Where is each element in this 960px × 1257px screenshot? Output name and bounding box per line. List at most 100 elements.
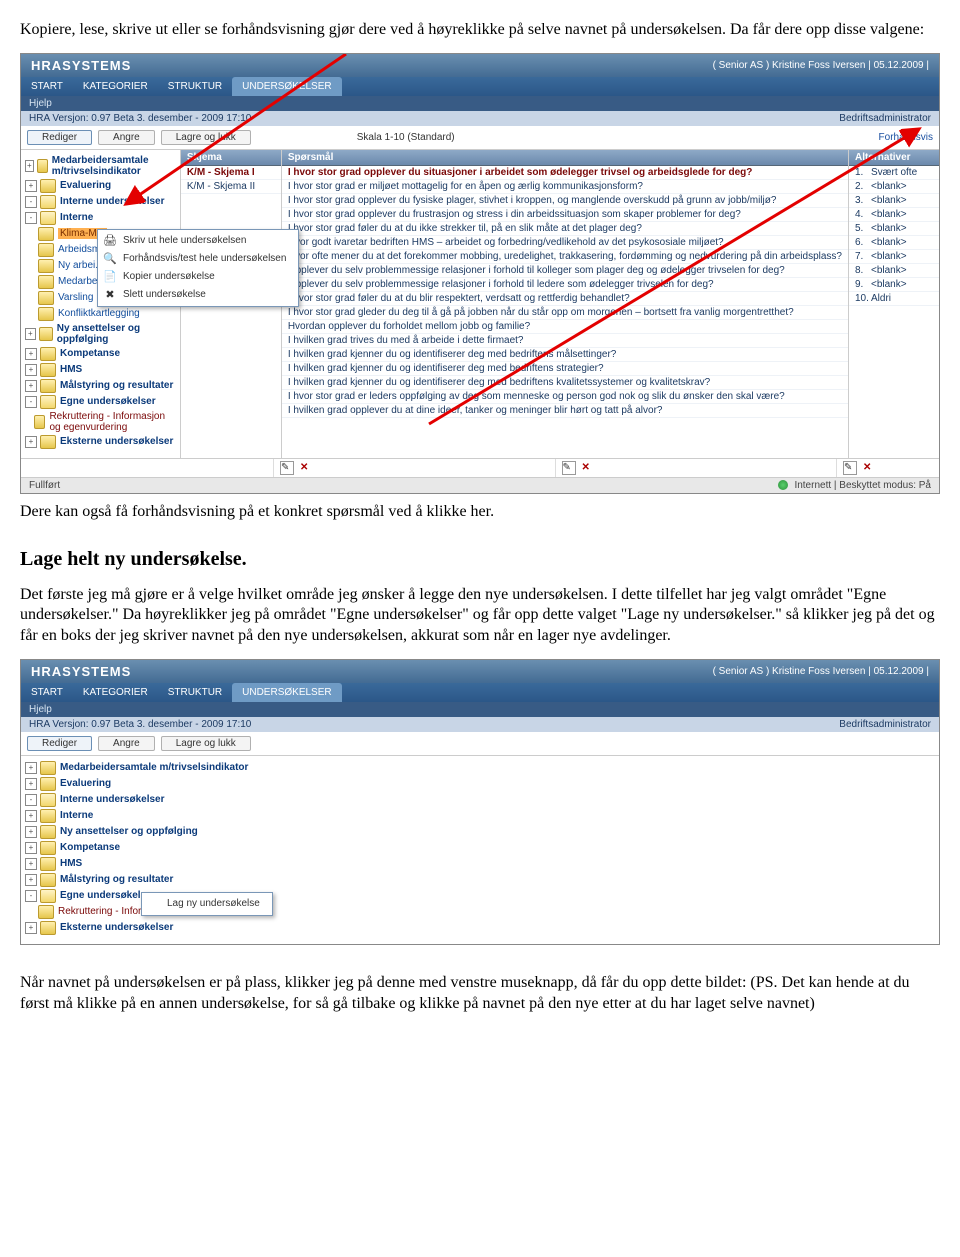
tree-node[interactable]: + Kompetanse	[21, 346, 180, 362]
alternativ-row[interactable]: 2.<blank>	[849, 180, 939, 194]
alternativ-row[interactable]: 1.Svært ofte	[849, 166, 939, 180]
tree-node[interactable]: +Ny ansettelser og oppfølging	[21, 824, 939, 840]
nav-undersokelser[interactable]: UNDERSØKELSER	[232, 683, 341, 702]
collapse-icon[interactable]: -	[25, 396, 37, 408]
sporsmal-row[interactable]: I hvor stor grad opplever du fysiske pla…	[282, 194, 848, 208]
nav-kategorier[interactable]: KATEGORIER	[73, 683, 158, 702]
btn-rediger[interactable]: Rediger	[27, 736, 92, 751]
tree-label[interactable]: Evaluering	[60, 778, 111, 789]
tree-label[interactable]: Egne undersøkelser	[60, 396, 156, 407]
tree-label[interactable]: Ny ansettelser og oppfølging	[57, 323, 176, 345]
sporsmal-row[interactable]: I hvilken grad trives du med å arbeide i…	[282, 334, 848, 348]
expand-icon[interactable]: +	[25, 842, 37, 854]
btn-angre[interactable]: Angre	[98, 130, 155, 145]
tree-label[interactable]: Målstyring og resultater	[60, 380, 173, 391]
sporsmal-row[interactable]: I hvilken grad kjenner du og identifiser…	[282, 348, 848, 362]
nav-start[interactable]: START	[21, 683, 73, 702]
tree-node[interactable]: + HMS	[21, 362, 180, 378]
tree-label[interactable]: Konfliktkartlegging	[58, 308, 140, 319]
tree-label[interactable]: Kompetanse	[60, 842, 120, 853]
expand-icon[interactable]: +	[25, 762, 37, 774]
tree-node[interactable]: + Ny ansettelser og oppfølging	[21, 322, 180, 346]
alternativ-row[interactable]: 9.<blank>	[849, 278, 939, 292]
expand-icon[interactable]: +	[25, 874, 37, 886]
tree-label[interactable]: Interne undersøkelser	[60, 196, 164, 207]
expand-icon[interactable]: +	[25, 348, 37, 360]
tree-node[interactable]: +HMS	[21, 856, 939, 872]
edit-icon[interactable]: ✎	[280, 461, 294, 475]
expand-icon[interactable]: +	[25, 436, 37, 448]
sporsmal-row[interactable]: I hvor stor grad opplever du situasjoner…	[282, 166, 848, 180]
tree-label[interactable]: Varsling	[58, 292, 93, 303]
expand-icon[interactable]: +	[25, 826, 37, 838]
btn-lagre[interactable]: Lagre og lukk	[161, 736, 251, 751]
sporsmal-row[interactable]: I hvor stor grad føler du at du blir res…	[282, 292, 848, 306]
btn-lagre[interactable]: Lagre og lukk	[161, 130, 251, 145]
sporsmal-row[interactable]: I hvilken grad kjenner du og identifiser…	[282, 376, 848, 390]
tree-label[interactable]: HMS	[60, 364, 82, 375]
tree-label[interactable]: Interne	[60, 810, 93, 821]
nav-start[interactable]: START	[21, 77, 73, 96]
tree-node[interactable]: -Interne	[21, 210, 180, 226]
sporsmal-row[interactable]: I hvor stor grad opplever du frustrasjon…	[282, 208, 848, 222]
preview-link[interactable]: Forhåndsvis	[879, 132, 933, 143]
help-bar[interactable]: Hjelp	[21, 96, 939, 111]
tree-label[interactable]: Medarbeidersamtale m/trivselsindikator	[52, 155, 176, 177]
collapse-icon[interactable]: -	[25, 196, 37, 208]
delete-icon[interactable]: ✕	[582, 462, 590, 473]
expand-icon[interactable]: +	[25, 380, 37, 392]
nav-kategorier[interactable]: KATEGORIER	[73, 77, 158, 96]
scale-selector[interactable]: Skala 1-10 (Standard)	[357, 132, 455, 143]
expand-icon[interactable]: +	[25, 858, 37, 870]
skjema-row[interactable]: K/M - Skjema I	[181, 166, 281, 180]
nav-undersokelser[interactable]: UNDERSØKELSER	[232, 77, 341, 96]
alternativ-row[interactable]: 8.<blank>	[849, 264, 939, 278]
context-menu-item[interactable]: Lag ny undersøkelse	[142, 895, 272, 913]
tree-node[interactable]: + Kompetanse	[21, 840, 939, 856]
tree-node[interactable]: +Eksterne undersøkelser	[21, 920, 939, 936]
tree-label[interactable]: Eksterne undersøkelser	[60, 436, 173, 447]
nav-struktur[interactable]: STRUKTUR	[158, 77, 232, 96]
alternativ-row[interactable]: 3.<blank>	[849, 194, 939, 208]
sporsmal-row[interactable]: I hvor stor grad er miljøet mottagelig f…	[282, 180, 848, 194]
tree-label[interactable]: Interne undersøkelser	[60, 794, 164, 805]
edit-icon[interactable]: ✎	[843, 461, 857, 475]
sporsmal-row[interactable]: I hvor stor grad er leders oppfølging av…	[282, 390, 848, 404]
tree-node[interactable]: + Eksterne undersøkelser	[21, 434, 180, 450]
sporsmal-row[interactable]: I hvor stor grad gleder du deg til å gå …	[282, 306, 848, 320]
context-menu-item[interactable]: 📄Kopier undersøkelse	[98, 268, 298, 286]
tree-label[interactable]: Rekruttering - Informasjon og egenvurder…	[49, 411, 175, 433]
tree-label[interactable]: Målstyring og resultater	[60, 874, 173, 885]
tree-node[interactable]: + Medarbeidersamtale m/trivselsindikator	[21, 760, 939, 776]
sporsmal-row[interactable]: Hvor godt ivaretar bedriften HMS – arbei…	[282, 236, 848, 250]
delete-icon[interactable]: ✕	[300, 462, 308, 473]
tree-label[interactable]: Evaluering	[60, 180, 111, 191]
expand-icon[interactable]: +	[25, 160, 34, 172]
sporsmal-row[interactable]: Hvor ofte mener du at det forekommer mob…	[282, 250, 848, 264]
sporsmal-row[interactable]: Opplever du selv problemmessige relasjon…	[282, 278, 848, 292]
tree-node[interactable]: + Målstyring og resultater	[21, 872, 939, 888]
tree-node[interactable]: Rekruttering - Informasjon og egenvurder…	[21, 410, 180, 434]
tree-node[interactable]: - Egne undersøkelser	[21, 394, 180, 410]
context-menu-item[interactable]: 🔍Forhåndsvis/test hele undersøkelsen	[98, 250, 298, 268]
collapse-icon[interactable]: -	[25, 890, 37, 902]
expand-icon[interactable]: +	[25, 364, 37, 376]
tree-node[interactable]: - Interne undersøkelser	[21, 194, 180, 210]
sporsmal-row[interactable]: I hvilken grad opplever du at dine ideer…	[282, 404, 848, 418]
sporsmal-row[interactable]: I hvilken grad kjenner du og identifiser…	[282, 362, 848, 376]
tree-node[interactable]: +Evaluering	[21, 776, 939, 792]
sporsmal-row[interactable]: Opplever du selv problemmessige relasjon…	[282, 264, 848, 278]
tree-node[interactable]: + Interne	[21, 808, 939, 824]
alternativ-row[interactable]: 4.<blank>	[849, 208, 939, 222]
sporsmal-row[interactable]: I hvor stor grad føler du at du ikke str…	[282, 222, 848, 236]
expand-icon[interactable]: +	[25, 328, 36, 340]
tree-label[interactable]: Kompetanse	[60, 348, 120, 359]
skjema-row[interactable]: K/M - Skjema II	[181, 180, 281, 194]
expand-icon[interactable]: +	[25, 810, 37, 822]
tree-node[interactable]: -Interne undersøkelser	[21, 792, 939, 808]
tree-label[interactable]: Medarbeidersamtale m/trivselsindikator	[60, 762, 248, 773]
btn-rediger[interactable]: Rediger	[27, 130, 92, 145]
btn-angre[interactable]: Angre	[98, 736, 155, 751]
expand-icon[interactable]: +	[25, 180, 37, 192]
alternativ-row[interactable]: 5.<blank>	[849, 222, 939, 236]
